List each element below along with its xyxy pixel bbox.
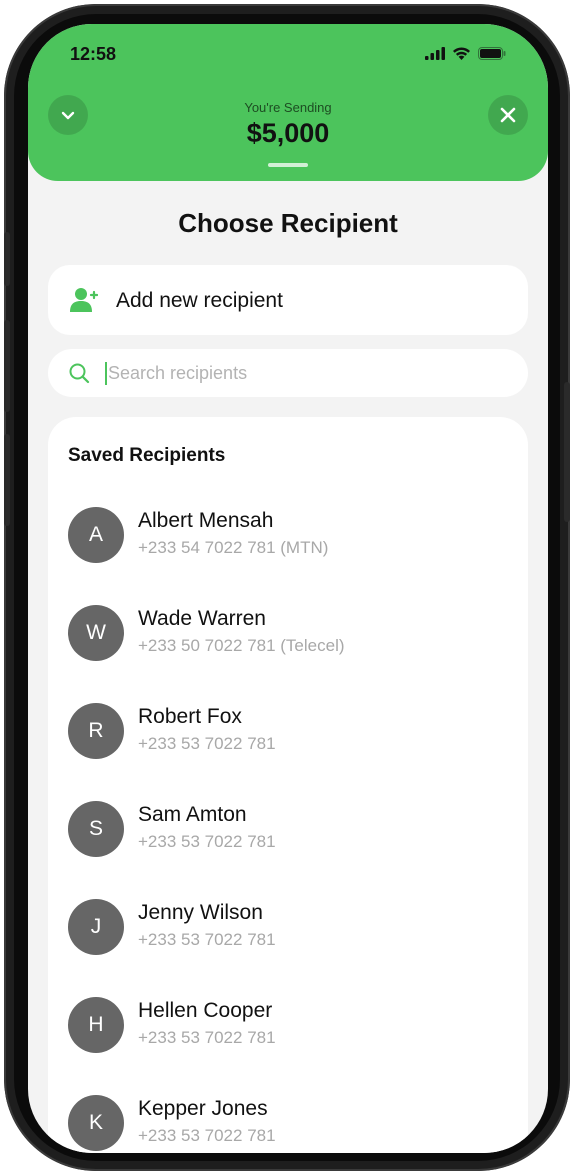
sheet-grab-handle[interactable] — [268, 163, 308, 167]
text-cursor — [105, 362, 107, 385]
recipient-row[interactable]: H Hellen Cooper +233 53 7022 781 — [48, 997, 528, 1077]
avatar: S — [68, 801, 124, 857]
recipient-phone: +233 53 7022 781 — [138, 1126, 276, 1145]
recipient-name: Jenny Wilson — [138, 901, 263, 924]
recipient-name: Kepper Jones — [138, 1097, 268, 1120]
recipient-row[interactable]: S Sam Amton +233 53 7022 781 — [48, 801, 528, 881]
volume-up-button — [4, 320, 10, 412]
close-button[interactable] — [488, 95, 528, 135]
search-input[interactable] — [108, 359, 498, 387]
recipient-row[interactable]: A Albert Mensah +233 54 7022 781 (MTN) — [48, 507, 528, 587]
status-time: 12:58 — [70, 44, 117, 64]
recipient-phone: +233 53 7022 781 — [138, 930, 276, 949]
search-icon — [69, 363, 90, 384]
add-user-icon — [70, 288, 98, 312]
avatar: A — [68, 507, 124, 563]
battery-icon — [478, 46, 506, 60]
avatar: J — [68, 899, 124, 955]
add-new-recipient-button[interactable]: Add new recipient — [48, 265, 528, 335]
avatar: R — [68, 703, 124, 759]
recipient-row[interactable]: R Robert Fox +233 53 7022 781 — [48, 703, 528, 783]
recipient-name: Hellen Cooper — [138, 999, 273, 1022]
cellular-signal-icon — [425, 46, 445, 60]
recipient-phone: +233 53 7022 781 — [138, 832, 276, 851]
search-bar[interactable] — [48, 349, 528, 397]
recipient-row[interactable]: W Wade Warren +233 50 7022 781 (Telecel) — [48, 605, 528, 685]
saved-recipients-card: Saved Recipients A Albert Mensah +233 54… — [48, 417, 528, 1153]
avatar: K — [68, 1095, 124, 1151]
recipient-phone: +233 54 7022 781 (MTN) — [138, 538, 329, 557]
recipient-name: Wade Warren — [138, 607, 266, 630]
close-icon — [500, 107, 516, 123]
sending-amount: $5,000 — [246, 118, 330, 148]
sending-label: You're Sending — [244, 100, 332, 115]
recipient-name: Sam Amton — [138, 803, 247, 826]
recipient-row[interactable]: K Kepper Jones +233 53 7022 781 — [48, 1095, 528, 1153]
mute-switch — [4, 232, 10, 286]
page-title: Choose Recipient — [178, 208, 398, 238]
volume-down-button — [4, 434, 10, 526]
wifi-icon — [453, 47, 470, 60]
saved-recipients-heading: Saved Recipients — [68, 445, 226, 466]
sending-header: 12:58 You're Sending $5,000 — [28, 24, 548, 181]
power-button — [564, 382, 570, 522]
add-new-recipient-label: Add new recipient — [116, 289, 283, 312]
recipient-name: Albert Mensah — [138, 509, 274, 532]
recipient-phone: +233 53 7022 781 — [138, 1028, 276, 1047]
avatar: H — [68, 997, 124, 1053]
recipient-phone: +233 50 7022 781 (Telecel) — [138, 636, 345, 655]
status-icons — [425, 46, 506, 60]
avatar: W — [68, 605, 124, 661]
recipient-phone: +233 53 7022 781 — [138, 734, 276, 753]
recipient-name: Robert Fox — [138, 705, 242, 728]
app-screen: 12:58 You're Sending $5,000 Choose Recip… — [28, 24, 548, 1153]
recipient-row[interactable]: J Jenny Wilson +233 53 7022 781 — [48, 899, 528, 979]
